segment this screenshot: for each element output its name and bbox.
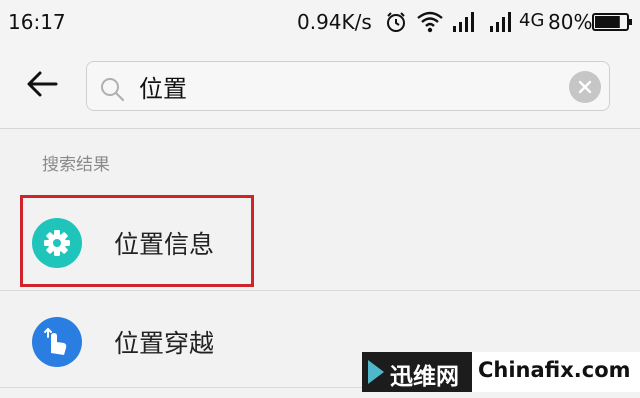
clear-button[interactable] bbox=[569, 71, 601, 103]
search-icon bbox=[101, 78, 125, 102]
divider bbox=[0, 290, 640, 291]
touch-hand-icon bbox=[44, 327, 67, 355]
battery-percent: 80% bbox=[548, 10, 593, 34]
status-bar: 16:17 0.94K/s 4G 80% bbox=[0, 0, 640, 44]
highlight-box bbox=[20, 195, 254, 287]
watermark-arrow-icon bbox=[368, 360, 384, 384]
battery-icon bbox=[592, 13, 632, 31]
search-box[interactable] bbox=[86, 61, 610, 111]
signal-icon bbox=[453, 12, 474, 32]
search-input[interactable] bbox=[139, 70, 539, 102]
result-label: 位置穿越 bbox=[114, 329, 215, 358]
signal-icon bbox=[490, 12, 511, 32]
watermark-text-left: 迅维网 bbox=[390, 364, 459, 390]
watermark-text-right: Chinafix.com bbox=[478, 358, 631, 382]
back-arrow-icon[interactable] bbox=[26, 68, 58, 100]
location-travel-icon-badge bbox=[32, 317, 82, 367]
section-label: 搜索结果 bbox=[42, 155, 110, 175]
clear-icon bbox=[578, 80, 592, 94]
network-speed: 0.94K/s bbox=[297, 10, 372, 34]
network-type: 4G bbox=[519, 10, 545, 31]
alarm-icon bbox=[387, 12, 405, 32]
wifi-icon bbox=[417, 11, 443, 33]
status-time: 16:17 bbox=[8, 10, 66, 34]
search-header bbox=[0, 44, 640, 129]
